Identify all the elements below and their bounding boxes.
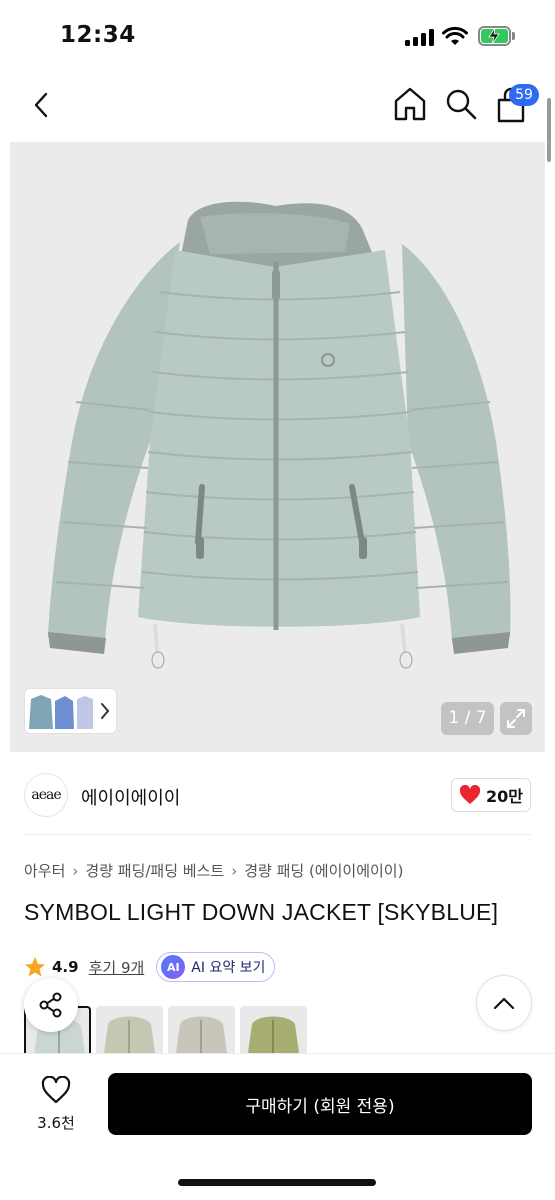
- status-time: 12:34: [60, 22, 136, 48]
- page-scrollbar[interactable]: [547, 98, 551, 162]
- home-button[interactable]: [393, 86, 427, 122]
- heart-filled-icon: [459, 785, 481, 804]
- thumbnail-preview-image: [29, 695, 93, 729]
- rating-value: 4.9: [52, 958, 79, 976]
- cart-count-badge: 59: [509, 84, 539, 106]
- product-image-gallery[interactable]: [10, 142, 545, 752]
- home-indicator: [178, 1179, 376, 1186]
- cellular-signal-icon: [405, 28, 435, 46]
- review-count-link[interactable]: 후기 9개: [89, 957, 145, 978]
- wishlist-count: 3.6천: [37, 1114, 75, 1132]
- back-button[interactable]: [26, 88, 56, 122]
- ai-summary-button[interactable]: AI AI 요약 보기: [156, 952, 276, 982]
- rating-row: 4.9 후기 9개 AI AI 요약 보기: [24, 951, 276, 983]
- swatch-jacket-image: [247, 1016, 300, 1060]
- product-jacket-image: [48, 201, 511, 669]
- chevron-right-icon: ›: [72, 861, 79, 880]
- wishlist-button[interactable]: 3.6천: [26, 1075, 86, 1132]
- section-divider: [24, 834, 531, 835]
- chevron-right-icon: [101, 703, 110, 719]
- expand-image-button[interactable]: [500, 702, 532, 735]
- search-icon: [446, 89, 477, 120]
- color-swatch-olive[interactable]: [240, 1006, 307, 1060]
- wifi-icon: [442, 26, 468, 45]
- brand-row: aeae 에이이에이이 20만: [0, 766, 555, 826]
- home-icon: [394, 87, 426, 121]
- color-swatch-beige[interactable]: [168, 1006, 235, 1060]
- share-icon: [39, 992, 62, 1018]
- heart-outline-icon: [41, 1075, 71, 1104]
- status-bar: 12:34: [0, 0, 555, 72]
- gallery-thumbnail-strip[interactable]: [24, 688, 117, 734]
- product-title: SYMBOL LIGHT DOWN JACKET [SKYBLUE]: [24, 899, 499, 925]
- brand-logo[interactable]: aeae: [24, 773, 68, 817]
- ai-summary-label: AI 요약 보기: [191, 960, 266, 976]
- chevron-right-icon: ›: [231, 861, 238, 880]
- share-button[interactable]: [24, 978, 78, 1032]
- breadcrumb: 아우터 › 경량 패딩/패딩 베스트 › 경량 패딩 (에이이에이이): [24, 860, 403, 881]
- brand-like-count: 20만: [486, 787, 523, 806]
- gallery-counter: 1 / 7: [441, 702, 494, 735]
- ai-icon: AI: [161, 955, 186, 979]
- top-nav: [0, 72, 555, 136]
- breadcrumb-item[interactable]: 경량 패딩/패딩 베스트: [85, 860, 224, 881]
- star-icon: [25, 957, 45, 977]
- brand-name[interactable]: 에이이에이이: [81, 784, 180, 810]
- battery-icon: [478, 26, 516, 46]
- search-button[interactable]: [444, 86, 478, 122]
- swatch-jacket-image: [103, 1016, 156, 1060]
- breadcrumb-item[interactable]: 아우터: [24, 860, 65, 881]
- scroll-to-top-button[interactable]: [476, 975, 532, 1031]
- breadcrumb-item[interactable]: 경량 패딩 (에이이에이이): [244, 860, 403, 881]
- chevron-left-icon: [34, 92, 48, 118]
- brand-like-button[interactable]: 20만: [451, 778, 531, 812]
- bottom-purchase-bar: 3.6천 구매하기 (회원 전용): [0, 1053, 555, 1200]
- expand-icon: [507, 709, 525, 728]
- buy-button[interactable]: 구매하기 (회원 전용): [108, 1073, 532, 1135]
- swatch-jacket-image: [175, 1016, 228, 1060]
- chevron-up-icon: [493, 997, 515, 1010]
- color-swatch-khaki[interactable]: [96, 1006, 163, 1060]
